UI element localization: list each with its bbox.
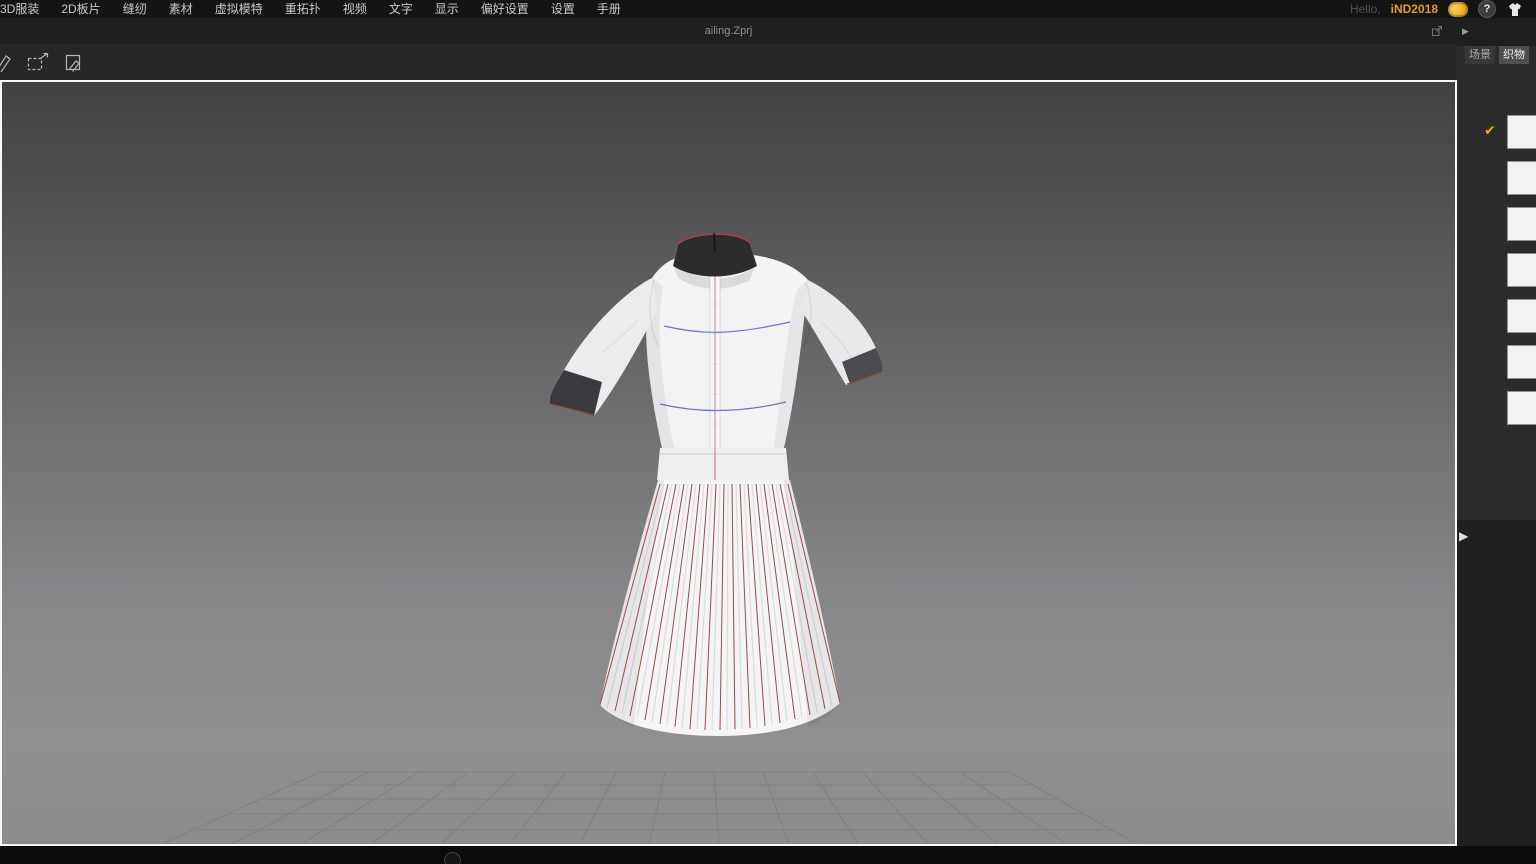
menu-item-settings[interactable]: 设置 <box>540 0 586 18</box>
fabric-item[interactable]: ✔ <box>1457 115 1536 149</box>
greeting-text: Hello, <box>1350 2 1381 16</box>
panel-collapse-arrow-top[interactable]: ▶ <box>1462 27 1469 36</box>
fabric-swatch[interactable] <box>1507 299 1536 333</box>
help-icon[interactable]: ? <box>1478 0 1496 18</box>
3d-viewport[interactable] <box>0 80 1457 846</box>
fabric-item[interactable] <box>1457 391 1536 425</box>
username-text: iND2018 <box>1391 2 1438 16</box>
fabric-item[interactable] <box>1457 299 1536 333</box>
right-panel-tabs: 场景 织物 <box>1465 46 1529 64</box>
menu-item-retopology[interactable]: 重拓扑 <box>274 0 332 18</box>
menu-item-display[interactable]: 显示 <box>424 0 470 18</box>
app-window: 3D服装 2D板片 缝纫 素材 虚拟模特 重拓扑 视频 文字 显示 偏好设置 设… <box>0 0 1536 864</box>
menu-item-avatar[interactable]: 虚拟模特 <box>204 0 274 18</box>
3d-scene <box>2 82 1455 844</box>
menu-item-preferences[interactable]: 偏好设置 <box>470 0 540 18</box>
fabric-swatch[interactable] <box>1507 391 1536 425</box>
fabric-item[interactable] <box>1457 207 1536 241</box>
menu-item-material[interactable]: 素材 <box>158 0 204 18</box>
menu-item-video[interactable]: 视频 <box>332 0 378 18</box>
bottom-bar-button[interactable] <box>444 852 461 864</box>
menu-item-manual[interactable]: 手册 <box>586 0 632 18</box>
garment-3d-model[interactable] <box>550 233 883 736</box>
fabric-swatch[interactable] <box>1507 253 1536 287</box>
fabric-swatch[interactable] <box>1507 207 1536 241</box>
transform-gizmo-tool-icon[interactable] <box>26 52 50 72</box>
tab-scene[interactable]: 场景 <box>1465 46 1495 64</box>
right-panel: ▶ 场景 织物 ✔ <box>1457 18 1536 846</box>
menu-item-2d-pattern[interactable]: 2D板片 <box>50 0 111 18</box>
menu-account-area: Hello, iND2018 ? <box>1350 0 1536 18</box>
menu-item-sewing[interactable]: 缝纫 <box>112 0 158 18</box>
pattern-board-tool-icon[interactable] <box>64 52 84 72</box>
bottom-bar <box>0 846 1536 864</box>
wardrobe-icon[interactable] <box>1506 2 1524 17</box>
menu-item-3d-garment[interactable]: 3D服装 <box>0 0 50 18</box>
coin-icon[interactable] <box>1448 2 1468 17</box>
viewport-toolbar <box>0 44 1457 80</box>
fabric-item[interactable] <box>1457 253 1536 287</box>
fabric-swatch[interactable] <box>1507 345 1536 379</box>
menu-bar: 3D服装 2D板片 缝纫 素材 虚拟模特 重拓扑 视频 文字 显示 偏好设置 设… <box>0 0 1536 18</box>
fabric-swatch[interactable] <box>1507 161 1536 195</box>
popout-icon[interactable] <box>1431 25 1443 37</box>
check-icon: ✔ <box>1484 123 1496 137</box>
pen-tool-icon[interactable] <box>0 52 12 72</box>
menu-item-text[interactable]: 文字 <box>378 0 424 18</box>
fabric-item[interactable] <box>1457 161 1536 195</box>
fabric-list: ✔ <box>1457 115 1536 437</box>
project-filename: ailing.Zprj <box>0 18 1457 44</box>
tab-fabric[interactable]: 织物 <box>1499 46 1529 64</box>
floor-grid <box>162 772 1137 844</box>
fabric-item[interactable] <box>1457 345 1536 379</box>
title-bar: ailing.Zprj <box>0 18 1457 44</box>
panel-collapse-arrow-mid[interactable]: ▶ <box>1459 530 1468 542</box>
fabric-swatch[interactable] <box>1507 115 1536 149</box>
